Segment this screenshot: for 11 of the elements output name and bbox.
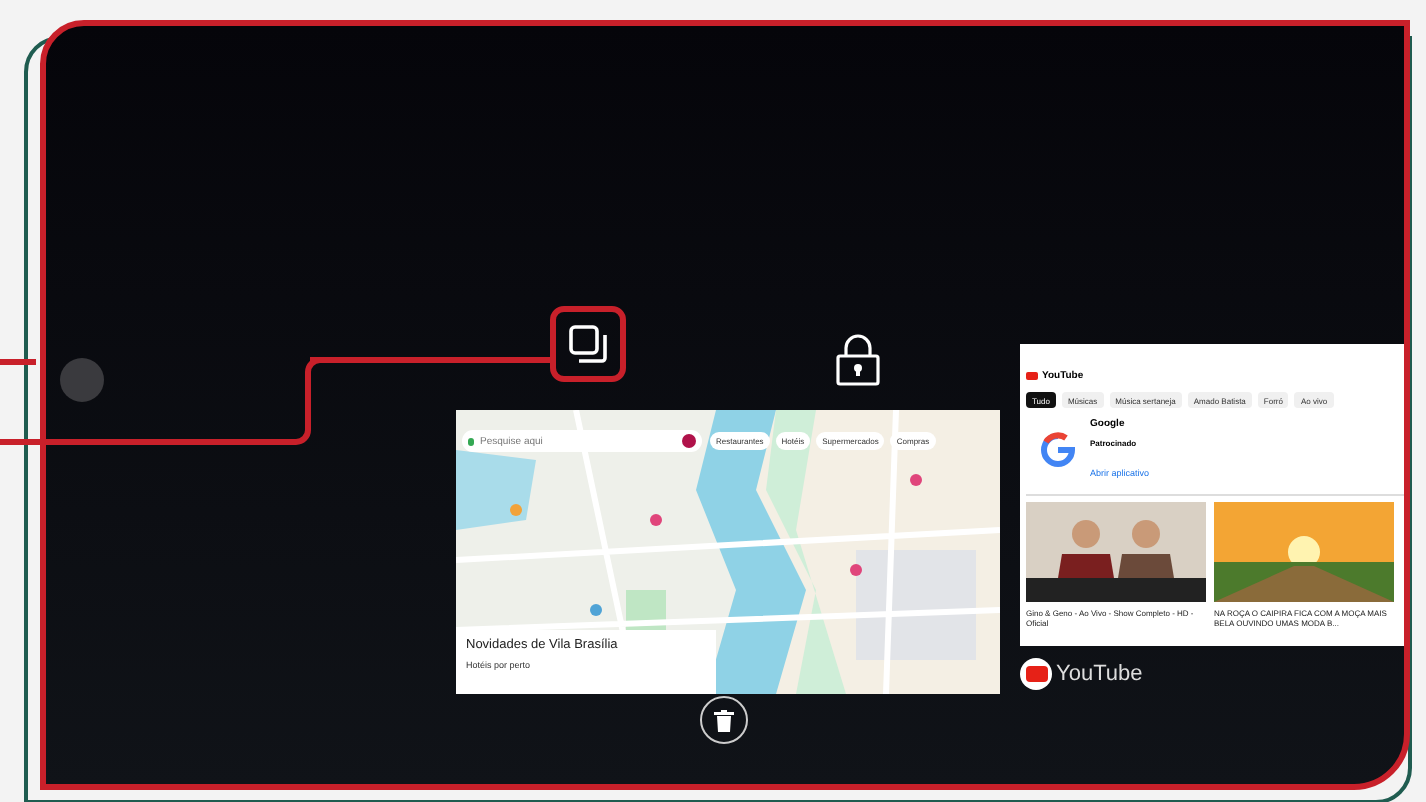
- app-icon: [1020, 658, 1052, 690]
- trash-icon: [714, 709, 734, 731]
- app-label: YouTube: [1056, 662, 1143, 686]
- avatar-icon: [682, 434, 696, 448]
- highlight-frame: [550, 306, 626, 382]
- play-icon: [1026, 372, 1038, 380]
- letter-logo-icon: [1038, 430, 1078, 470]
- delete-button[interactable]: [700, 696, 748, 744]
- lock-icon[interactable]: [836, 334, 880, 386]
- app-preview[interactable]: [1020, 344, 1404, 646]
- split-screen-icon[interactable]: [568, 324, 608, 364]
